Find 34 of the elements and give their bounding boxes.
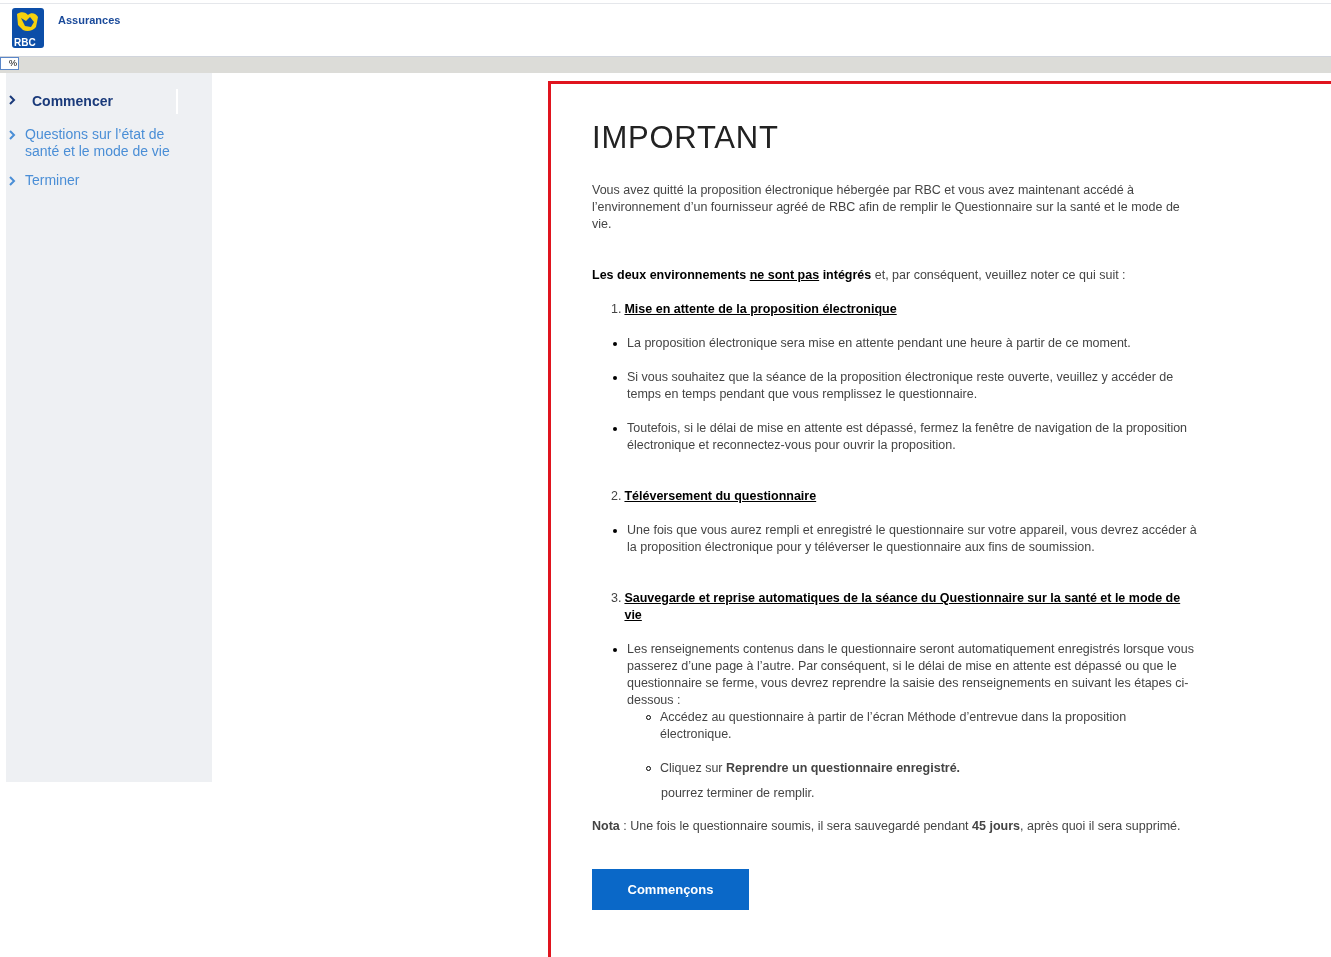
chevron-right-icon [9, 130, 16, 140]
bullet-text: Toutefois, si le délai de mise en attente est dépassé, fermez la fenêtre de navigation de la proposition électronique et reconnectez-vous pour ouvrir la proposition. [627, 420, 1189, 454]
sub-bullet-text: Accédez au questionnaire à partir de l’écran Méthode d’entrevue dans la proposition électronique. [660, 709, 1128, 743]
bullet-icon [613, 376, 617, 380]
bullet-text: La proposition électronique sera mise en attente pendant une heure à partir de ce moment. [627, 335, 1131, 352]
sub-bullet-text: Cliquez sur Reprendre un questionnaire enregistré. [660, 760, 961, 777]
note-paragraph: Nota : Une fois le questionnaire soumis, il sera sauvegardé pendant 45 jours, après quoi il sera supprimé. [592, 818, 1182, 835]
bullet-text: Une fois que vous aurez rempli et enregistré le questionnaire sur votre appareil, vous devrez accéder à la proposition électronique pour y téléverser le questionnaire aux fins de soumission. [627, 522, 1198, 556]
section-heading: Mise en attente de la proposition électronique [624, 301, 897, 318]
intro-paragraph: Vous avez quitté la proposition électronique hébergée par RBC et vous avez maintenant accédé à l’environnement d’un fournisseur agréé de RBC afin de remplir le Questionnaire sur la santé et le mode de vie. [592, 182, 1181, 233]
brand-name: Assurances [58, 13, 121, 28]
lead-paragraph: Les deux environnements ne sont pas intégrés et, par conséquent, veuillez noter ce qui suit : [592, 267, 1127, 284]
logo-icon [12, 8, 44, 48]
progress-label: % [9, 58, 17, 69]
bullet-icon [613, 427, 617, 431]
start-button[interactable]: Commençons [592, 869, 749, 910]
section-number: 1. [611, 301, 622, 318]
page-title: IMPORTANT [592, 120, 780, 156]
chevron-right-icon [9, 176, 16, 186]
section-heading: Téléversement du questionnaire [624, 488, 817, 505]
bullet-icon [613, 342, 617, 346]
bullet-text: Les renseignements contenus dans le questionnaire seront automatiquement enregistrés lorsque vous passerez d’une page à l’autre. Par conséquent, si le délai de mise en attente est dépassé ou que le questionnaire se ferme, vous devrez reprendre la saisie des renseignements en suivant les étapes ci-dessous : [627, 641, 1195, 709]
section-number: 3. [611, 590, 622, 607]
section-heading: Sauvegarde et reprise automatiques de la séance du Questionnaire sur la santé et le mode de vie [624, 590, 1182, 624]
bullet-icon [613, 648, 617, 652]
chevron-right-icon [9, 95, 16, 105]
logo-text: RBC [14, 38, 36, 48]
bullet-text: Si vous souhaitez que la séance de la proposition électronique reste ouverte, veuillez y accéder de temps en temps pendant que vous remplissez le questionnaire. [627, 369, 1175, 403]
sidebar-item[interactable]: Commencer [6, 89, 178, 114]
sidebar-item[interactable]: Terminer [6, 172, 212, 189]
sidebar-item[interactable]: Questions sur l’état de santé et le mode de vie [6, 126, 212, 160]
section-number: 2. [611, 488, 622, 505]
text-fragment: pourrez terminer de remplir. [660, 785, 816, 802]
bullet-icon [613, 529, 617, 533]
